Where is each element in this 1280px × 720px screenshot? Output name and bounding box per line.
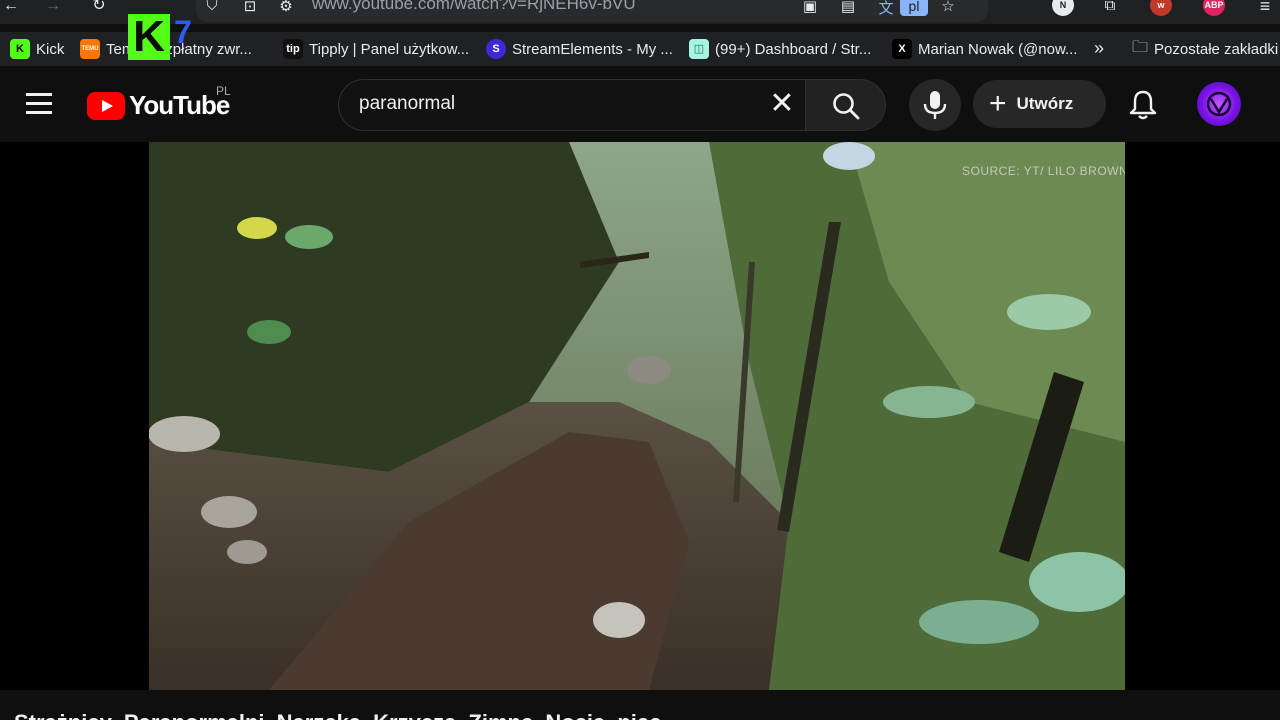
- search-icon: [833, 93, 860, 120]
- bookmark-kick[interactable]: K Kick: [10, 38, 64, 60]
- clear-search-icon[interactable]: ✕: [767, 89, 797, 120]
- x-icon: X: [892, 39, 912, 59]
- more-bookmarks-chevron-icon[interactable]: »: [1094, 38, 1104, 59]
- youtube-play-icon: [87, 91, 125, 120]
- plus-icon: +: [989, 87, 1007, 120]
- extension-w-icon[interactable]: w: [1150, 0, 1172, 16]
- voice-search-button[interactable]: [909, 79, 961, 131]
- adblock-plus-icon[interactable]: ABP: [1203, 0, 1225, 16]
- extension-puzzle-icon[interactable]: ⧉: [1100, 0, 1120, 15]
- bookmark-label: Pozostałe zakładki: [1154, 40, 1279, 58]
- create-label: Utwórz: [1016, 94, 1074, 113]
- url-bar[interactable]: ⛉ ⊡ ⚙ www.youtube.com/watch?v=RjNEH6v-bV…: [196, 0, 988, 22]
- create-button[interactable]: + Utwórz: [973, 80, 1106, 128]
- menu-icon[interactable]: [26, 93, 52, 115]
- youtube-logo[interactable]: YouTube: [87, 90, 230, 121]
- bookmark-label: Tipply | Panel użytkow...: [309, 40, 470, 58]
- bookmark-dashboard[interactable]: ◫ (99+) Dashboard / Str...: [689, 38, 871, 60]
- back-icon[interactable]: ←: [0, 0, 22, 14]
- kick-logo-suffix: 7: [174, 14, 192, 50]
- kick-logo: K: [128, 14, 170, 60]
- reload-icon[interactable]: ↻: [88, 0, 110, 14]
- browser-menu-icon[interactable]: ≡: [1254, 0, 1276, 15]
- dashboard-icon: ◫: [689, 39, 709, 59]
- video-frame[interactable]: SOURCE: YT/ LILO BROWN: [149, 142, 1125, 690]
- translate-language-badge[interactable]: pl: [900, 0, 928, 16]
- search-input[interactable]: paranormal ✕: [338, 79, 806, 131]
- video-title: Strażnicy Paranormalni Narzeka Krzyczą Z…: [14, 710, 661, 720]
- kick-icon: K: [10, 39, 30, 59]
- youtube-wordmark: YouTube: [129, 90, 230, 120]
- screen-share-icon[interactable]: ▣: [800, 0, 820, 15]
- kick-overlay-logo: K 7: [128, 14, 212, 62]
- star-icon[interactable]: ☆: [938, 0, 958, 15]
- bookmark-x[interactable]: X Marian Nowak (@now...: [892, 38, 1077, 60]
- bookmark-label: StreamElements - My ...: [512, 40, 673, 58]
- bookmark-label: Kick: [36, 40, 65, 58]
- bookmark-label: Marian Nowak (@now...: [918, 40, 1078, 58]
- tipply-icon: tip: [283, 39, 303, 59]
- site-settings-icon[interactable]: ⚙: [276, 0, 296, 15]
- lock-icon[interactable]: ⊡: [240, 0, 260, 15]
- forward-icon[interactable]: →: [42, 0, 64, 14]
- other-bookmarks[interactable]: 🗀 Pozostałe zakładki: [1132, 38, 1278, 60]
- folder-icon: 🗀: [1132, 38, 1149, 56]
- youtube-masthead: YouTube PL paranormal ✕ + Utwórz: [0, 66, 1280, 142]
- streamelements-icon: S: [486, 39, 506, 59]
- search-button[interactable]: [806, 79, 886, 131]
- video-source-watermark: SOURCE: YT/ LILO BROWN: [962, 164, 1125, 178]
- notifications-bell-icon[interactable]: [1126, 88, 1160, 122]
- search-query[interactable]: paranormal: [359, 93, 455, 115]
- video-title-strip: Strażnicy Paranormalni Narzeka Krzyczą Z…: [0, 690, 1280, 720]
- microphone-icon: [923, 91, 947, 119]
- forest-path-scene: [149, 142, 1125, 690]
- temu-icon: TEMU: [80, 39, 100, 59]
- bookmark-tipply[interactable]: tip Tipply | Panel użytkow...: [283, 38, 469, 60]
- install-app-icon[interactable]: ▤: [838, 0, 858, 15]
- bookmark-label: (99+) Dashboard / Str...: [715, 40, 872, 58]
- country-code: PL: [216, 84, 231, 98]
- url-text[interactable]: www.youtube.com/watch?v=RjNEH6v-bVU: [312, 0, 636, 14]
- bookmark-streamelements[interactable]: S StreamElements - My ...: [486, 38, 673, 60]
- shield-icon[interactable]: ⛉: [202, 0, 222, 15]
- extension-n-icon[interactable]: N: [1052, 0, 1074, 16]
- avatar[interactable]: [1197, 82, 1241, 126]
- translate-icon[interactable]: 文: [876, 0, 896, 17]
